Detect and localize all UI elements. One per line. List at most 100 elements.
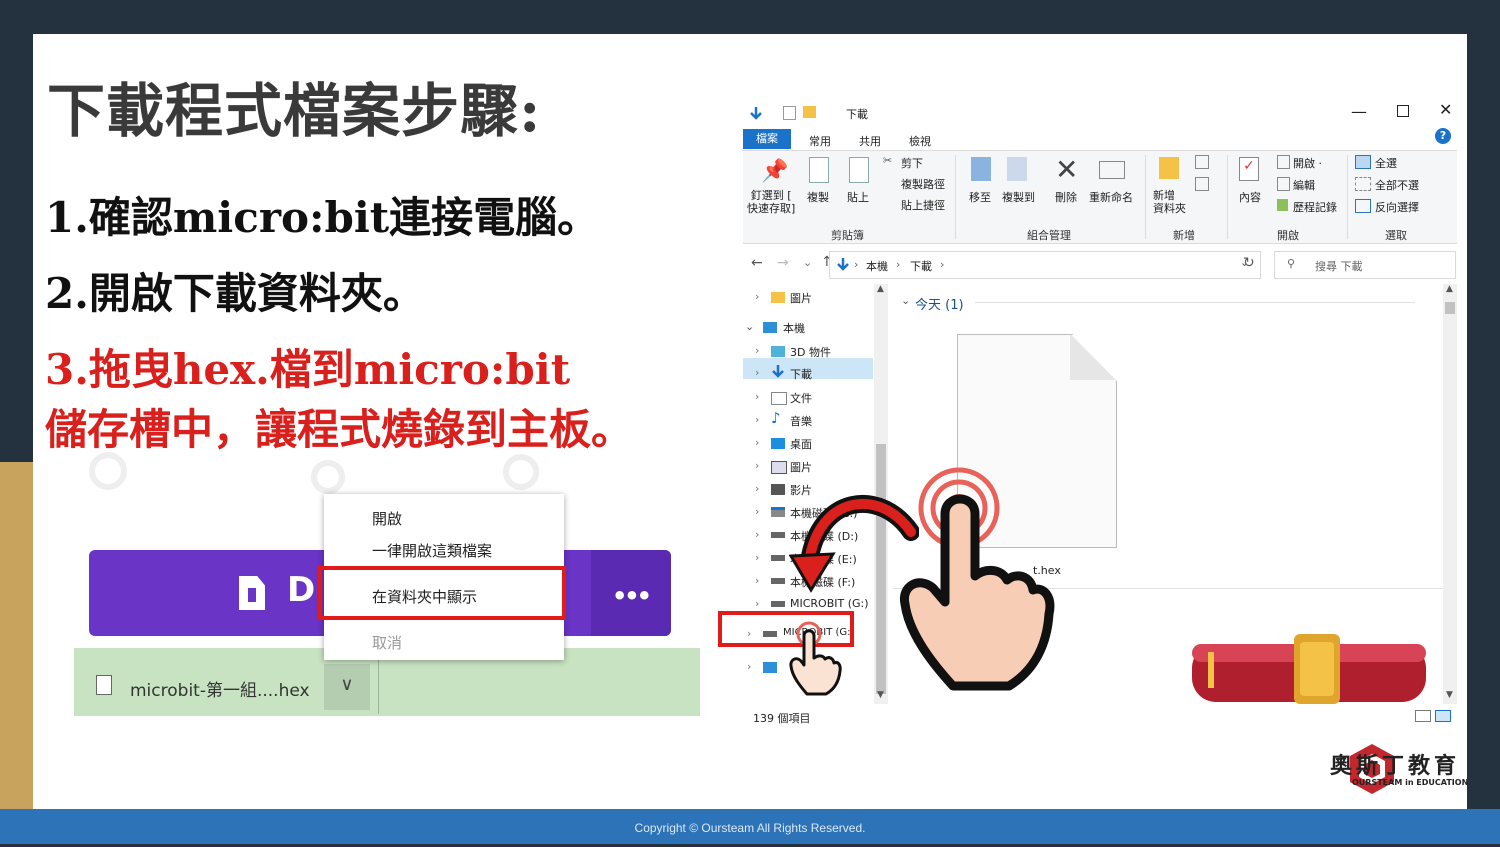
group-label-open: 開啟 xyxy=(1277,229,1299,242)
invert-selection-button[interactable]: 反向選擇 xyxy=(1375,199,1419,215)
easy-access-icon[interactable] xyxy=(1195,177,1209,191)
nav-item-desktop[interactable]: 桌面 xyxy=(790,436,812,452)
cut-button[interactable]: 剪下 xyxy=(901,155,923,171)
select-all-button[interactable]: 全選 xyxy=(1375,155,1397,171)
breadcrumb-downloads[interactable]: 下載 xyxy=(910,258,932,274)
history-button[interactable]: 歷程記錄 xyxy=(1293,199,1337,215)
copy-to-button[interactable]: 複製到 xyxy=(1002,189,1035,205)
drive-d-icon xyxy=(771,532,785,538)
new-folder-icon xyxy=(1159,157,1179,179)
select-none-button[interactable]: 全部不選 xyxy=(1375,177,1419,193)
nav-item-this-pc[interactable]: 本機 xyxy=(783,320,805,336)
open-icon xyxy=(1277,155,1290,169)
rename-button[interactable]: 重新命名 xyxy=(1089,189,1133,205)
drive-e-icon xyxy=(771,555,785,561)
drive-f-icon xyxy=(771,578,785,584)
download-button-label: D xyxy=(287,570,316,610)
drive-g-icon xyxy=(771,601,785,607)
download-arrow-icon xyxy=(750,107,762,120)
nav-item-documents[interactable]: 文件 xyxy=(790,390,812,406)
move-to-button[interactable]: 移至 xyxy=(969,189,991,205)
group-header-today[interactable]: 今天 (1) xyxy=(915,294,964,313)
drag-hand-icon xyxy=(899,467,1055,691)
properties-button[interactable]: 內容 xyxy=(1239,189,1261,205)
group-label-new: 新增 xyxy=(1173,229,1195,242)
file-icon xyxy=(96,675,112,695)
nav-item-3d-objects[interactable]: 3D 物件 xyxy=(790,344,831,360)
group-label-select: 選取 xyxy=(1385,229,1407,242)
maximize-icon[interactable] xyxy=(1397,105,1409,117)
breadcrumb-this-pc[interactable]: 本機 xyxy=(866,258,888,274)
download-file-name[interactable]: microbit-第一組....hex xyxy=(130,676,310,701)
window-title: 下載 xyxy=(846,108,868,121)
properties-quick-icon[interactable] xyxy=(783,106,796,120)
computer-icon xyxy=(763,322,777,333)
ribbon: 📌 釘選到 [ 快速存取] 複製 貼上 ✂ 剪下 複製路徑 貼上捷徑 剪貼簿 移… xyxy=(743,150,1457,244)
step-1: 1.確認micro:bit連接電腦。 xyxy=(45,193,600,242)
footer: Copyright © Oursteam All Rights Reserved… xyxy=(0,809,1500,844)
more-dots-icon: ••• xyxy=(611,582,652,610)
new-folder-button[interactable]: 新增 資料夾 xyxy=(1153,189,1186,215)
scroll-up-icon[interactable]: ▲ xyxy=(877,284,884,294)
group-label-clipboard: 剪貼簿 xyxy=(831,229,864,242)
menu-item-open[interactable]: 開啟 xyxy=(372,508,402,529)
large-icons-view-icon[interactable] xyxy=(1435,710,1451,722)
network-icon xyxy=(763,662,777,673)
highlight-box-show-in-folder xyxy=(318,566,566,620)
edit-button[interactable]: 編輯 xyxy=(1293,177,1315,193)
search-box[interactable]: ⚲ 搜尋 下載 xyxy=(1274,251,1456,279)
forward-icon[interactable]: → xyxy=(777,255,789,271)
minimize-icon[interactable]: — xyxy=(1351,102,1367,121)
copy-path-button[interactable]: 複製路徑 xyxy=(901,176,945,192)
decor-gold-band xyxy=(0,462,33,809)
open-button[interactable]: 開啟 · xyxy=(1293,155,1322,171)
pictures-icon xyxy=(771,461,787,474)
properties-icon: ✓ xyxy=(1239,157,1259,181)
close-icon[interactable]: ✕ xyxy=(1439,100,1452,119)
select-none-icon xyxy=(1355,177,1371,191)
details-view-icon[interactable] xyxy=(1415,710,1431,722)
copy-button[interactable]: 複製 xyxy=(807,189,829,205)
scroll-down-icon[interactable]: ▼ xyxy=(877,690,884,700)
tab-home[interactable]: 常用 xyxy=(809,133,831,149)
content-scroll-up-icon[interactable]: ▲ xyxy=(1446,284,1453,294)
copy-icon xyxy=(809,157,829,183)
tab-share[interactable]: 共用 xyxy=(859,133,881,149)
drive-c-icon xyxy=(771,507,785,517)
nav-item-pictures-quick[interactable]: 圖片 xyxy=(790,290,812,306)
delete-button[interactable]: 刪除 xyxy=(1055,189,1077,205)
menu-item-cancel[interactable]: 取消 xyxy=(372,632,402,653)
pin-quick-access-button[interactable]: 釘選到 [ 快速存取] xyxy=(747,189,795,215)
desktop-icon xyxy=(771,438,785,449)
content-scroll-down-icon[interactable]: ▼ xyxy=(1446,690,1453,700)
nav-item-downloads[interactable]: 下載 xyxy=(790,366,812,382)
divider xyxy=(378,658,379,714)
menu-item-always-open[interactable]: 一律開啟這類檔案 xyxy=(372,540,492,561)
copyright-text: Copyright © Oursteam All Rights Reserved… xyxy=(634,821,866,835)
back-icon[interactable]: ← xyxy=(751,255,763,271)
help-icon[interactable]: ? xyxy=(1435,128,1451,144)
new-item-icon[interactable] xyxy=(1195,155,1209,169)
content-scrollbar[interactable] xyxy=(1443,284,1457,704)
nav-item-pictures[interactable]: 圖片 xyxy=(790,459,812,475)
documents-icon xyxy=(771,392,787,405)
move-to-icon xyxy=(971,157,991,181)
more-options-button[interactable]: ••• xyxy=(591,550,671,636)
address-bar[interactable]: › 本機 › 下載 › ⌄ xyxy=(829,251,1261,279)
paste-shortcut-button[interactable]: 貼上捷徑 xyxy=(901,197,945,213)
nav-item-music[interactable]: 音樂 xyxy=(790,413,812,429)
tab-view[interactable]: 檢視 xyxy=(909,133,931,149)
refresh-icon[interactable]: ↻ xyxy=(1243,255,1255,271)
paste-button[interactable]: 貼上 xyxy=(847,189,869,205)
chevron-down-icon[interactable]: ∨ xyxy=(324,664,370,710)
search-input[interactable]: 搜尋 下載 xyxy=(1315,258,1363,274)
folder-icon xyxy=(771,292,785,303)
3d-objects-icon xyxy=(771,346,785,357)
select-all-icon xyxy=(1355,155,1371,169)
paste-icon xyxy=(849,157,869,183)
videos-icon xyxy=(771,484,785,495)
tab-file[interactable]: 檔案 xyxy=(743,129,791,149)
folder-quick-icon[interactable] xyxy=(803,106,816,118)
cut-icon: ✂ xyxy=(883,154,893,167)
recent-dropdown-icon[interactable]: ⌄ xyxy=(803,256,812,269)
